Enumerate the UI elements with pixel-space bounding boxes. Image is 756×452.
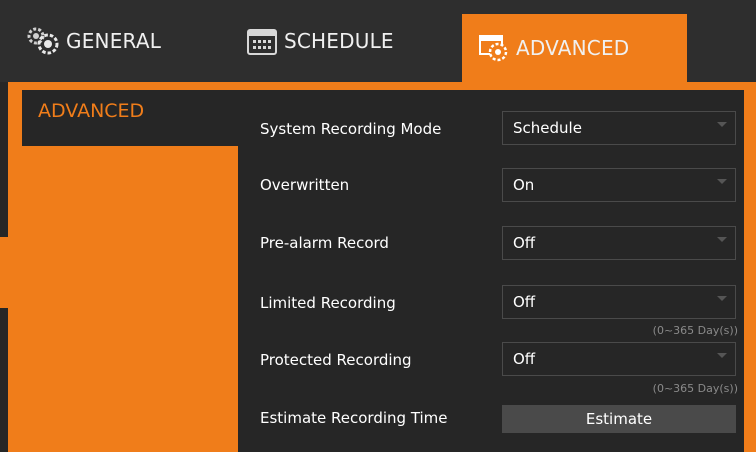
limited-recording-select[interactable]: Off [502, 285, 736, 319]
chevron-down-icon [717, 237, 727, 242]
protected-recording-hint: (0~365 Day(s)) [652, 382, 738, 395]
system-recording-mode-select[interactable]: Schedule [502, 111, 736, 145]
chevron-down-icon [717, 353, 727, 358]
overwritten-select[interactable]: On [502, 168, 736, 202]
protected-recording-select[interactable]: Off [502, 342, 736, 376]
chevron-down-icon [717, 122, 727, 127]
select-value: Schedule [513, 119, 582, 137]
tab-general-label: GENERAL [66, 29, 162, 53]
overwritten-label: Overwritten [260, 176, 350, 194]
system-recording-mode-label: System Recording Mode [260, 120, 442, 138]
gears-icon [26, 26, 60, 56]
limited-recording-hint: (0~365 Day(s)) [652, 324, 738, 337]
tab-schedule-label: SCHEDULE [284, 29, 394, 53]
select-value: Off [513, 350, 536, 368]
frame-edge [0, 82, 8, 237]
estimate-recording-time-label: Estimate Recording Time [260, 409, 448, 427]
pre-alarm-record-label: Pre-alarm Record [260, 234, 389, 252]
select-value: Off [513, 234, 536, 252]
calendar-icon [246, 26, 278, 56]
chevron-down-icon [717, 296, 727, 301]
frame-edge [0, 308, 8, 452]
sidebar-item-label: ADVANCED [38, 100, 145, 122]
estimate-button[interactable]: Estimate [502, 405, 736, 433]
chevron-down-icon [717, 179, 727, 184]
select-value: On [513, 176, 535, 194]
protected-recording-label: Protected Recording [260, 351, 412, 369]
tab-advanced[interactable]: ADVANCED [462, 14, 687, 82]
tab-advanced-label: ADVANCED [516, 36, 630, 60]
limited-recording-label: Limited Recording [260, 294, 396, 312]
select-value: Off [513, 293, 536, 311]
pre-alarm-record-select[interactable]: Off [502, 226, 736, 260]
advanced-settings-icon [478, 33, 510, 63]
tab-general[interactable]: GENERAL [26, 0, 161, 82]
tab-schedule[interactable]: SCHEDULE [246, 0, 394, 82]
